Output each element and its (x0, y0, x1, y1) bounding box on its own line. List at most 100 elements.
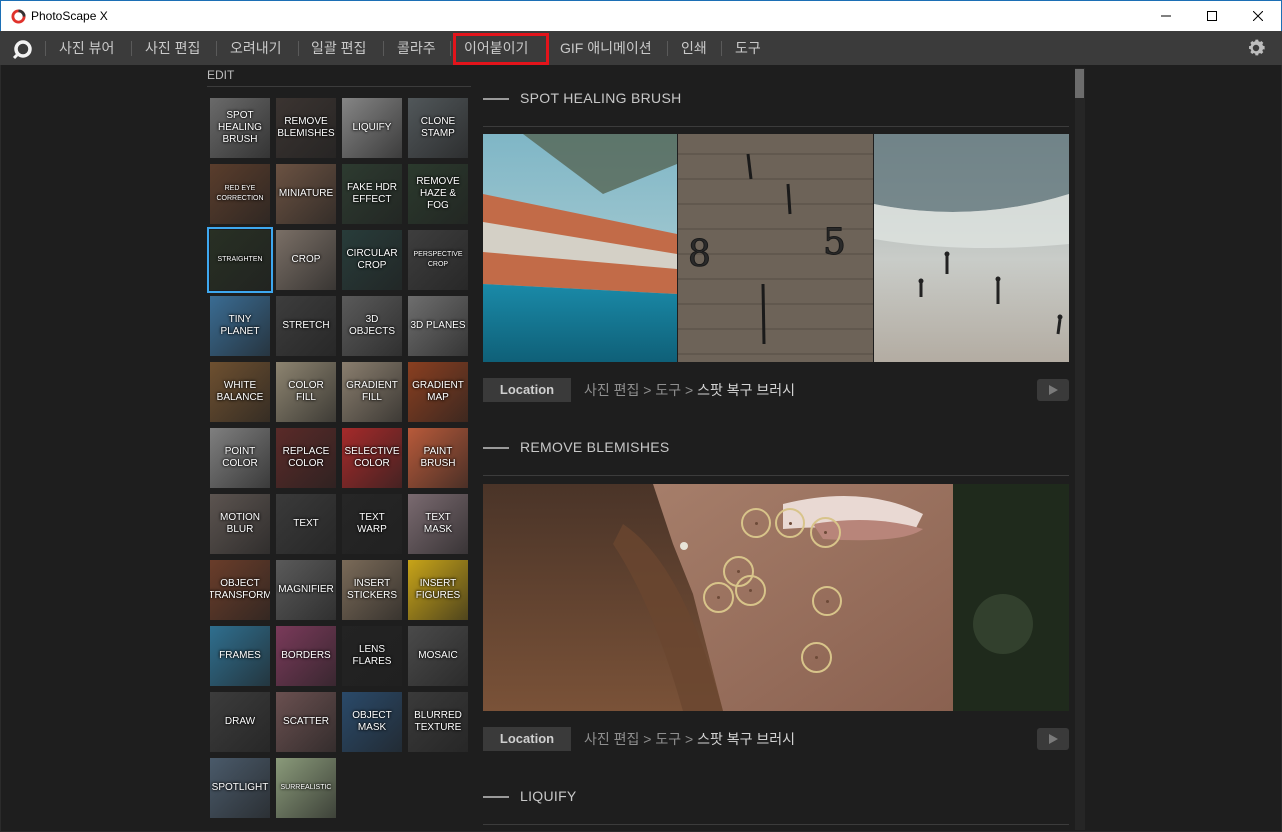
tool-tile-lens-flares[interactable]: LENS FLARES (342, 626, 402, 686)
tool-tile-label: DRAW (224, 716, 256, 727)
tool-tile-label: MOTION BLUR (220, 512, 260, 535)
tool-tile-clone-stamp[interactable]: CLONE STAMP (408, 98, 468, 158)
tool-tile-blurred-texture[interactable]: BLURRED TEXTURE (408, 692, 468, 752)
tool-tile-label: MAGNIFIER (278, 584, 334, 595)
blemish-marker (801, 642, 832, 673)
tool-tile-text-mask[interactable]: TEXT MASK (408, 494, 468, 554)
tool-tile-spotlight[interactable]: SPOTLIGHT (210, 758, 270, 818)
blemish-marker (775, 508, 805, 538)
tool-tile-motion-blur[interactable]: MOTION BLUR (210, 494, 270, 554)
tool-tile-mosaic[interactable]: MOSAIC (408, 626, 468, 686)
menu-tools[interactable]: 도구 (735, 38, 761, 58)
tool-tile-label: CROP (291, 254, 321, 265)
maximize-icon (1207, 11, 1217, 21)
edit-divider (207, 86, 471, 87)
close-button[interactable] (1235, 1, 1281, 31)
tool-tile-selective-color[interactable]: SELECTIVE COLOR (342, 428, 402, 488)
tool-tile-insert-stickers[interactable]: INSERT STICKERS (342, 560, 402, 620)
scrollbar-track[interactable] (1075, 68, 1085, 830)
tool-tile-object-mask[interactable]: OBJECT MASK (342, 692, 402, 752)
scrollbar-thumb[interactable] (1075, 69, 1084, 98)
tool-tile-miniature[interactable]: MINIATURE (276, 164, 336, 224)
title-dash (483, 796, 509, 799)
tool-tile-borders[interactable]: BORDERS (276, 626, 336, 686)
section-title-remove-blemishes: REMOVE BLEMISHES (483, 439, 670, 459)
tool-tile-text[interactable]: TEXT (276, 494, 336, 554)
tool-tile-liquify[interactable]: LIQUIFY (342, 98, 402, 158)
tool-tile-white-balance[interactable]: WHITE BALANCE (210, 362, 270, 422)
menu-print[interactable]: 인쇄 (681, 38, 707, 58)
tool-tile-label: 3D PLANES (410, 320, 466, 331)
menu-photo-viewer[interactable]: 사진 뷰어 (59, 38, 114, 58)
tool-tile-red-eye-correction[interactable]: RED EYE CORRECTION (210, 164, 270, 224)
section-title-liquify: LIQUIFY (483, 788, 577, 808)
menu-batch-editor[interactable]: 일괄 편집 (311, 38, 366, 58)
minimize-button[interactable] (1143, 1, 1189, 31)
menu-separator (298, 41, 299, 56)
tool-tile-label: LENS FLARES (352, 644, 392, 667)
location-button[interactable]: Location (483, 727, 571, 751)
settings-gear-icon[interactable] (1245, 37, 1267, 59)
blemish-marker (703, 582, 734, 613)
menu-separator (450, 41, 451, 56)
tool-tile-paint-brush[interactable]: PAINT BRUSH (408, 428, 468, 488)
tool-tile-perspective-crop[interactable]: PERSPECTIVE CROP (408, 230, 468, 290)
edit-section-label: EDIT (207, 68, 235, 82)
home-logo-icon[interactable] (12, 38, 34, 60)
blemish-marker (812, 586, 842, 616)
play-icon (1049, 385, 1058, 395)
menu-separator (721, 41, 722, 56)
tool-tile-object-transform[interactable]: OBJECT TRANSFORM (210, 560, 270, 620)
tool-tile-label: REMOVE BLEMISHES (277, 116, 335, 139)
tool-tile-spot-healing-brush[interactable]: SPOT HEALING BRUSH (210, 98, 270, 158)
tool-tile-point-color[interactable]: POINT COLOR (210, 428, 270, 488)
location-path-prefix: 사진 편집 > 도구 > (584, 731, 698, 747)
section-divider (483, 824, 1069, 825)
tool-tile-label: STRETCH (282, 320, 330, 331)
tool-tile-label: REMOVE HAZE & FOG (416, 176, 460, 211)
tool-tile-gradient-map[interactable]: GRADIENT MAP (408, 362, 468, 422)
menu-collage[interactable]: 콜라주 (397, 38, 436, 58)
spot-healing-preview-image: 8 5 (483, 134, 1069, 362)
tool-tile-scatter[interactable]: SCATTER (276, 692, 336, 752)
tool-tile-surrealistic[interactable]: SURREALISTIC (276, 758, 336, 818)
tool-tile-stretch[interactable]: STRETCH (276, 296, 336, 356)
tool-tile-replace-color[interactable]: REPLACE COLOR (276, 428, 336, 488)
section-divider (483, 475, 1069, 476)
remove-blemishes-preview-image (483, 484, 1069, 711)
section-title-text: LIQUIFY (520, 788, 577, 804)
play-video-button[interactable] (1037, 379, 1069, 401)
tool-tile-label: PERSPECTIVE CROP (413, 251, 463, 268)
menu-gif-animation[interactable]: GIF 애니메이션 (560, 38, 652, 58)
tool-tile-insert-figures[interactable]: INSERT FIGURES (408, 560, 468, 620)
combine-highlight-box (453, 33, 549, 65)
tool-tile-magnifier[interactable]: MAGNIFIER (276, 560, 336, 620)
tool-tile-label: TEXT WARP (357, 512, 387, 535)
tool-tile-text-warp[interactable]: TEXT WARP (342, 494, 402, 554)
play-icon (1049, 734, 1058, 744)
menu-cut-out[interactable]: 오려내기 (230, 38, 282, 58)
menu-separator (216, 41, 217, 56)
tool-tile-straighten[interactable]: STRAIGHTEN (207, 227, 273, 293)
tool-tile-fake-hdr-effect[interactable]: FAKE HDR EFFECT (342, 164, 402, 224)
tool-tile-crop[interactable]: CROP (276, 230, 336, 290)
menu-photo-editor[interactable]: 사진 편집 (145, 38, 200, 58)
tool-tile-3d-planes[interactable]: 3D PLANES (408, 296, 468, 356)
maximize-button[interactable] (1189, 1, 1235, 31)
tool-tile-remove-haze-fog[interactable]: REMOVE HAZE & FOG (408, 164, 468, 224)
tool-tile-3d-objects[interactable]: 3D OBJECTS (342, 296, 402, 356)
location-button[interactable]: Location (483, 378, 571, 402)
tool-tile-gradient-fill[interactable]: GRADIENT FILL (342, 362, 402, 422)
tool-tile-color-fill[interactable]: COLOR FILL (276, 362, 336, 422)
tool-tile-tiny-planet[interactable]: TINY PLANET (210, 296, 270, 356)
tool-tile-draw[interactable]: DRAW (210, 692, 270, 752)
blemish-marker (735, 575, 766, 606)
photoscape-logo-icon (11, 9, 26, 24)
tool-tile-frames[interactable]: FRAMES (210, 626, 270, 686)
tool-tile-circular-crop[interactable]: CIRCULAR CROP (342, 230, 402, 290)
tool-tile-remove-blemishes[interactable]: REMOVE BLEMISHES (276, 98, 336, 158)
menu-separator (667, 41, 668, 56)
close-icon (1253, 11, 1263, 21)
play-video-button[interactable] (1037, 728, 1069, 750)
tool-tile-label: MOSAIC (418, 650, 458, 661)
